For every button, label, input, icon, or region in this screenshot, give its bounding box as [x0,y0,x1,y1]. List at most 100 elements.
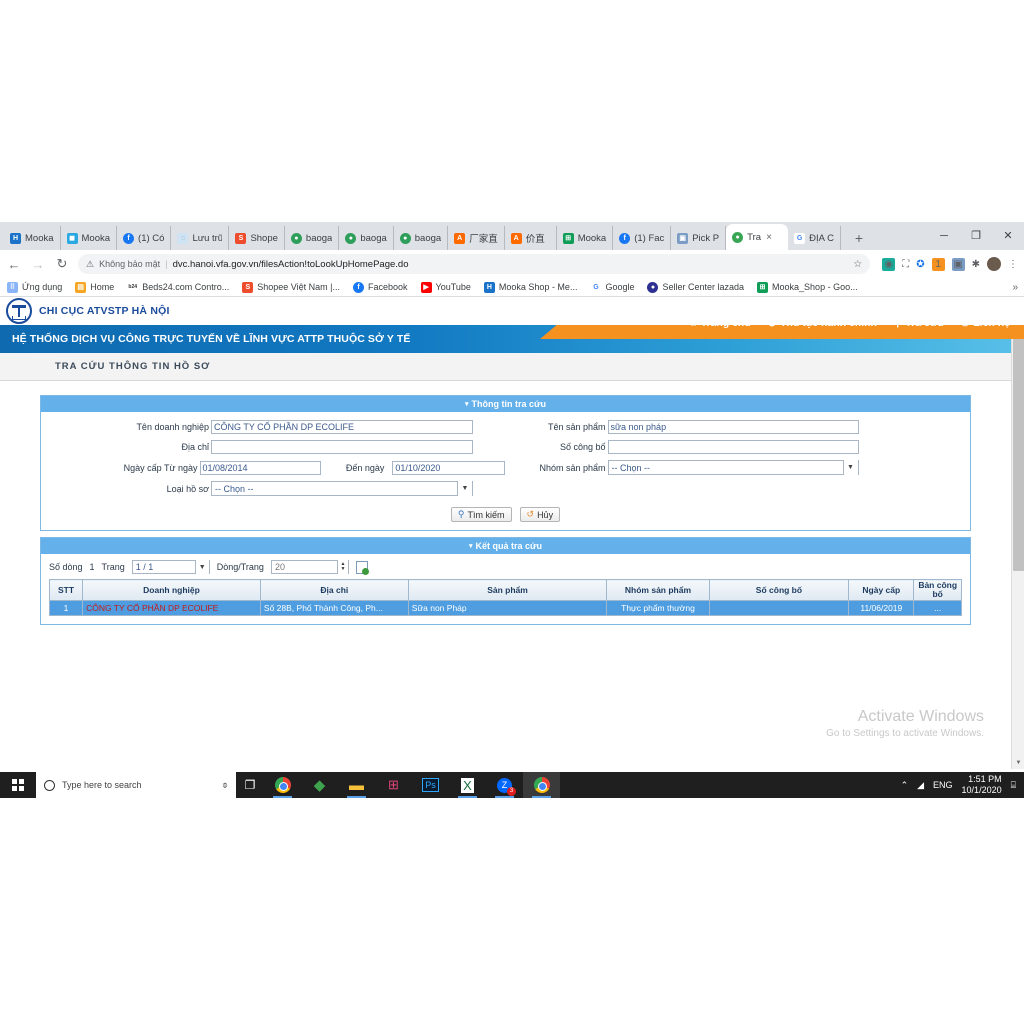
browser-tab[interactable]: H Mooka [4,226,61,250]
bookmark-item-mooka-shop[interactable]: H Mooka Shop - Me... [483,281,578,293]
chevron-down-icon[interactable]: ▼ [842,460,858,475]
browser-tab[interactable]: A 厂家直 [448,226,505,250]
stepper-down-icon[interactable]: ▼ [340,567,345,572]
product-group-select[interactable]: -- Chọn -- ▼ [607,460,859,475]
windows-start-icon[interactable] [0,772,36,798]
bookmark-label: Mooka Shop - Me... [498,282,578,292]
forward-icon[interactable]: → [30,257,46,272]
photoshop-taskbar-icon[interactable]: Ps [412,772,449,798]
stepper-arrows[interactable]: ▲ ▼ [336,560,348,574]
record-type-select[interactable]: -- Chọn -- ▼ [211,481,473,496]
browser-tab[interactable]: ● baoga [339,226,394,250]
browser-tab[interactable]: G ĐỊA C [788,226,841,250]
close-window-button[interactable]: ✕ [992,224,1024,248]
puzzle-extension-icon[interactable]: ✱ [972,259,980,270]
record-type-value: -- Chọn -- [215,483,254,494]
tray-chevron-icon[interactable]: ⌃ [901,780,909,791]
browser-tab[interactable]: S Shope [229,226,285,250]
results-table-wrap: STT Doanh nghiệp Địa chỉ Sản phẩm Nhóm s… [41,579,970,624]
chrome-menu-icon[interactable]: ⋮ [1008,259,1018,270]
bookmarks-overflow-icon[interactable]: » [1012,282,1018,293]
counter-badge-extension-icon[interactable]: 1 [931,257,945,271]
table-header-row: STT Doanh nghiệp Địa chỉ Sản phẩm Nhóm s… [48,579,962,601]
reload-icon[interactable]: ↻ [54,256,70,272]
bookmark-item-facebook[interactable]: f Facebook [353,281,408,293]
close-icon[interactable]: × [766,232,772,243]
column-header-issue-date: Ngày cấp [848,579,915,601]
bookmark-item-apps[interactable]: ⠿ Ứng dụng [7,281,62,293]
browser-tab[interactable]: ● baoga [285,226,340,250]
bookmark-item-home[interactable]: ▤ Home [75,281,114,293]
image-extension-icon[interactable]: ▣ [951,257,965,271]
bookmark-star-icon[interactable]: ☆ [853,259,862,270]
chrome-taskbar-icon[interactable] [264,772,301,798]
bookmark-item-lazada[interactable]: ● Seller Center lazada [647,281,744,293]
maximize-button[interactable]: ❐ [960,224,992,248]
taskbar-search-input[interactable]: Type here to search ⌽ [36,772,236,798]
chevron-down-icon[interactable]: ▼ [457,481,472,496]
chevron-down-icon[interactable]: ▼ [194,560,209,574]
clock-date: 10/1/2020 [961,785,1002,795]
bookmark-item-youtube[interactable]: ▶ YouTube [420,281,471,293]
declaration-number-input[interactable] [607,440,859,454]
browser-tab[interactable]: f (1) Có [117,226,172,250]
page-select[interactable]: 1 / 1 ▼ [131,560,210,574]
browser-tab[interactable]: ◌ Lưu trữ [171,226,230,250]
screen-capture-extension-icon[interactable]: ◉ [882,257,896,271]
results-panel-header-label: Kết quả tra cứu [475,541,543,551]
scrollbar-thumb[interactable] [1013,311,1024,571]
cell-enterprise[interactable]: CÔNG TY CỔ PHẦN DP ECOLIFE [82,600,261,616]
bookmark-item-mooka-sheets[interactable]: ⊞ Mooka_Shop - Goo... [757,281,858,293]
shopee-icon: S [235,232,247,244]
zalo-taskbar-icon[interactable]: Z3 [486,772,523,798]
bookmark-item-shopee[interactable]: S Shopee Việt Nam |... [242,281,340,293]
scroll-down-icon[interactable]: ▼ [1012,756,1024,769]
rows-per-page-stepper[interactable]: 20 ▲ ▼ [270,560,349,574]
browser-tab[interactable]: ● baoga [394,226,449,250]
browser-tab[interactable]: ◼ Mooka [61,226,118,250]
youtube-icon: ▶ [420,281,432,293]
back-icon[interactable]: ← [6,257,22,272]
issue-date-to-input[interactable]: 01/10/2020 [392,460,506,475]
enterprise-name-input[interactable]: CÔNG TY CỔ PHẦN DP ECOLIFE [211,420,473,434]
address-input[interactable] [211,440,473,454]
blue-circle-extension-icon[interactable]: ✪ [916,259,924,270]
language-indicator[interactable]: ENG [933,780,953,790]
microphone-icon[interactable]: ⌽ [222,780,228,791]
browser-tab[interactable]: f (1) Fac [613,226,672,250]
browser-tab[interactable]: A 价直 [505,226,557,250]
window-controls: ─ ❐ ✕ [928,224,1024,248]
fullscreen-extension-icon[interactable]: ⛶ [902,259,909,270]
taskbar-clock[interactable]: 1:51 PM 10/1/2020 [962,774,1002,796]
chrome-active-taskbar-icon[interactable] [523,772,560,798]
bookmark-item-google[interactable]: G Google [590,281,634,293]
file-explorer-taskbar-icon[interactable]: ▬ [338,772,375,798]
bookmark-item-beds24[interactable]: b24 Beds24.com Contro... [127,281,229,293]
issue-date-from-input[interactable]: 01/08/2014 [199,460,322,475]
export-excel-icon[interactable] [355,560,369,575]
results-panel-header[interactable]: ▾ Kết quả tra cứu [41,538,970,554]
search-panel-header[interactable]: ▾ Thông tin tra cứu [41,396,970,412]
notification-center-icon[interactable]: ⌸ [1011,780,1016,791]
cell-declaration-file[interactable]: ... [913,600,962,616]
search-button[interactable]: ⚲ Tìm kiếm [450,507,512,522]
wifi-icon[interactable]: ◢ [917,780,924,791]
product-name-input[interactable]: sữa non pháp [607,420,859,434]
excel-taskbar-icon[interactable]: X [449,772,486,798]
issue-date-from-label: Ngày cấp Từ ngày [123,462,198,473]
profile-avatar[interactable] [987,257,1001,271]
page-scrollbar[interactable]: ▲ ▼ [1011,297,1024,769]
page-viewport: ⌂Trang chủ ⊕Thủ tục hành chính ⚲Tra cứu … [0,297,1024,769]
browser-tab[interactable]: ▣ Pick P [671,226,727,250]
teams-taskbar-icon[interactable]: ⊞ [375,772,412,798]
cancel-button[interactable]: ↺ Hủy [519,507,561,522]
address-bar[interactable]: ⚠ Không bảo mật | dvc.hanoi.vfa.gov.vn/f… [78,254,871,274]
minimize-button[interactable]: ─ [928,224,960,248]
new-tab-button[interactable]: + [849,230,869,246]
task-view-icon[interactable]: ❐ [236,772,264,798]
browser-tab[interactable]: ⊞ Mooka [557,226,614,250]
sims-taskbar-icon[interactable]: ◆ [301,772,338,798]
bookmarks-bar: ⠿ Ứng dụng ▤ Home b24 Beds24.com Contro... … [0,278,1024,297]
table-row[interactable]: 1 CÔNG TY CỔ PHẦN DP ECOLIFE Số 28B, Phố… [48,600,962,616]
browser-tab-active[interactable]: ● Tra × [726,224,789,250]
